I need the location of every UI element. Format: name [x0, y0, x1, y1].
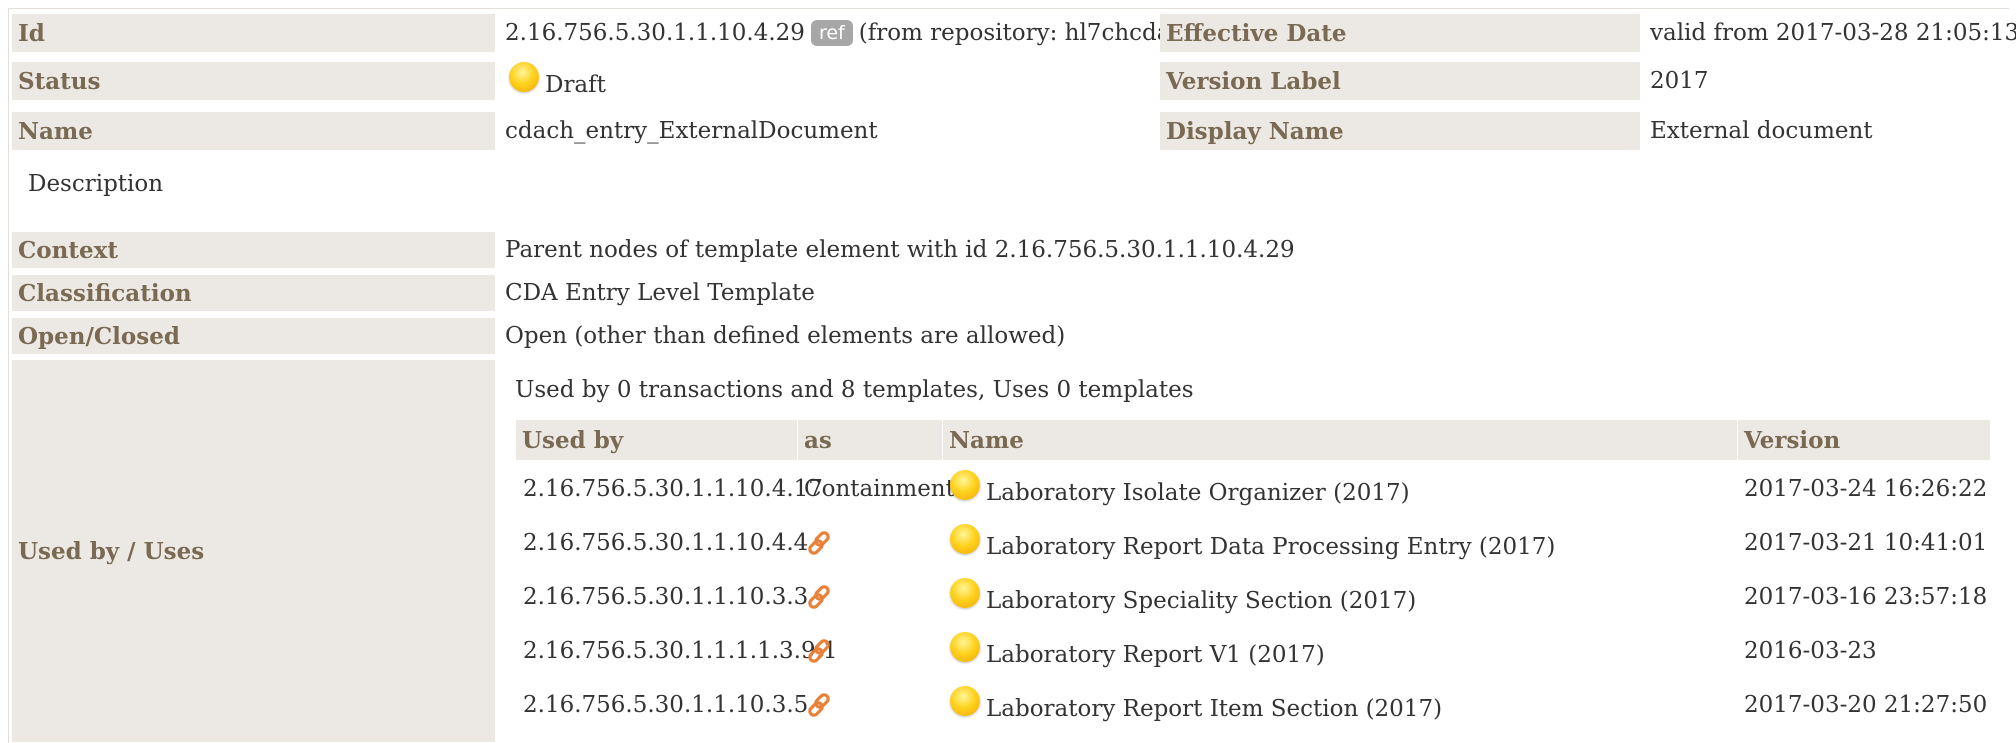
row-name[interactable]: Laboratory Speciality Section (2017) [986, 588, 1416, 614]
row-name-cell: Laboratory Report V1 (2017) [950, 630, 1325, 672]
row-as-cell [804, 684, 834, 726]
effective-date-label: Effective Date [1160, 14, 1640, 52]
classification-value: CDA Entry Level Template [505, 280, 815, 306]
context-label: Context [12, 232, 495, 268]
row-id[interactable]: 2.16.756.5.30.1.1.1.1.3.9.1 [523, 630, 838, 672]
row-name[interactable]: Laboratory Report Data Processing Entry … [986, 534, 1555, 560]
row-name-cell: Laboratory Report Item Section (2017) [950, 684, 1442, 726]
status-value-cell: Draft [505, 58, 606, 104]
row-name[interactable]: Laboratory Isolate Organizer (2017) [986, 480, 1410, 506]
ref-badge[interactable]: ref [810, 20, 853, 46]
open-closed-value: Open (other than defined elements are al… [505, 323, 1066, 349]
effective-date-value: valid from 2017-03-28 21:05:13 [1650, 20, 2016, 46]
row-id[interactable]: 2.16.756.5.30.1.1.10.3.3 [523, 576, 808, 618]
status-value: Draft [545, 72, 606, 98]
row-as-cell [804, 630, 834, 672]
status-label: Status [12, 62, 495, 100]
link-icon[interactable] [804, 690, 834, 720]
row-version: 2016-03-23 [1744, 638, 1877, 664]
link-icon[interactable] [804, 582, 834, 612]
version-label-value: 2017 [1650, 68, 1709, 94]
display-name-label: Display Name [1160, 112, 1640, 150]
context-value: Parent nodes of template element with id… [505, 237, 1295, 263]
row-name[interactable]: Laboratory Report V1 (2017) [986, 642, 1325, 668]
used-by-summary: Used by 0 transactions and 8 templates, … [515, 377, 1194, 403]
repository-text: (from repository: hl7chcda-) [858, 20, 1188, 46]
status-draft-icon [950, 686, 980, 716]
header-name: Name [943, 420, 1737, 460]
version-label-label: Version Label [1160, 62, 1640, 100]
row-name-cell: Laboratory Report Data Processing Entry … [950, 522, 1555, 564]
used-by-uses-label: Used by / Uses [12, 360, 495, 742]
row-version: 2017-03-20 21:27:50 [1744, 692, 1988, 718]
id-value-cell: 2.16.756.5.30.1.1.10.4.29 ref (from repo… [501, 14, 1187, 52]
name-value: cdach_entry_ExternalDocument [505, 118, 878, 144]
row-id[interactable]: 2.16.756.5.30.1.1.10.3.5 [523, 684, 808, 726]
display-name-value: External document [1650, 118, 1873, 144]
row-name-cell: Laboratory Speciality Section (2017) [950, 576, 1416, 618]
status-draft-icon [950, 524, 980, 554]
open-closed-label: Open/Closed [12, 318, 495, 354]
row-name[interactable]: Laboratory Report Item Section (2017) [986, 696, 1442, 722]
header-used-by: Used by [516, 420, 797, 460]
description-label: Description [28, 171, 164, 197]
row-as-cell [804, 522, 834, 564]
header-version: Version [1738, 420, 1990, 460]
classification-label: Classification [12, 275, 495, 311]
row-id[interactable]: 2.16.756.5.30.1.1.10.4.4 [523, 522, 808, 564]
row-id[interactable]: 2.16.756.5.30.1.1.10.4.17 [523, 468, 823, 510]
row-name-cell: Laboratory Isolate Organizer (2017) [950, 468, 1410, 510]
status-draft-icon [950, 578, 980, 608]
link-icon[interactable] [804, 636, 834, 666]
row-version: 2017-03-21 10:41:01 [1744, 530, 1988, 556]
id-label: Id [12, 14, 495, 52]
status-draft-icon [950, 632, 980, 662]
status-draft-icon [950, 470, 980, 500]
row-version: 2017-03-16 23:57:18 [1744, 584, 1988, 610]
header-as: as [798, 420, 942, 460]
row-as: Containment [804, 476, 955, 502]
row-version: 2017-03-24 16:26:22 [1744, 476, 1988, 502]
name-label: Name [12, 112, 495, 150]
id-value: 2.16.756.5.30.1.1.10.4.29 [505, 20, 805, 46]
status-draft-icon [509, 62, 539, 92]
row-as-cell [804, 576, 834, 618]
link-icon[interactable] [804, 528, 834, 558]
